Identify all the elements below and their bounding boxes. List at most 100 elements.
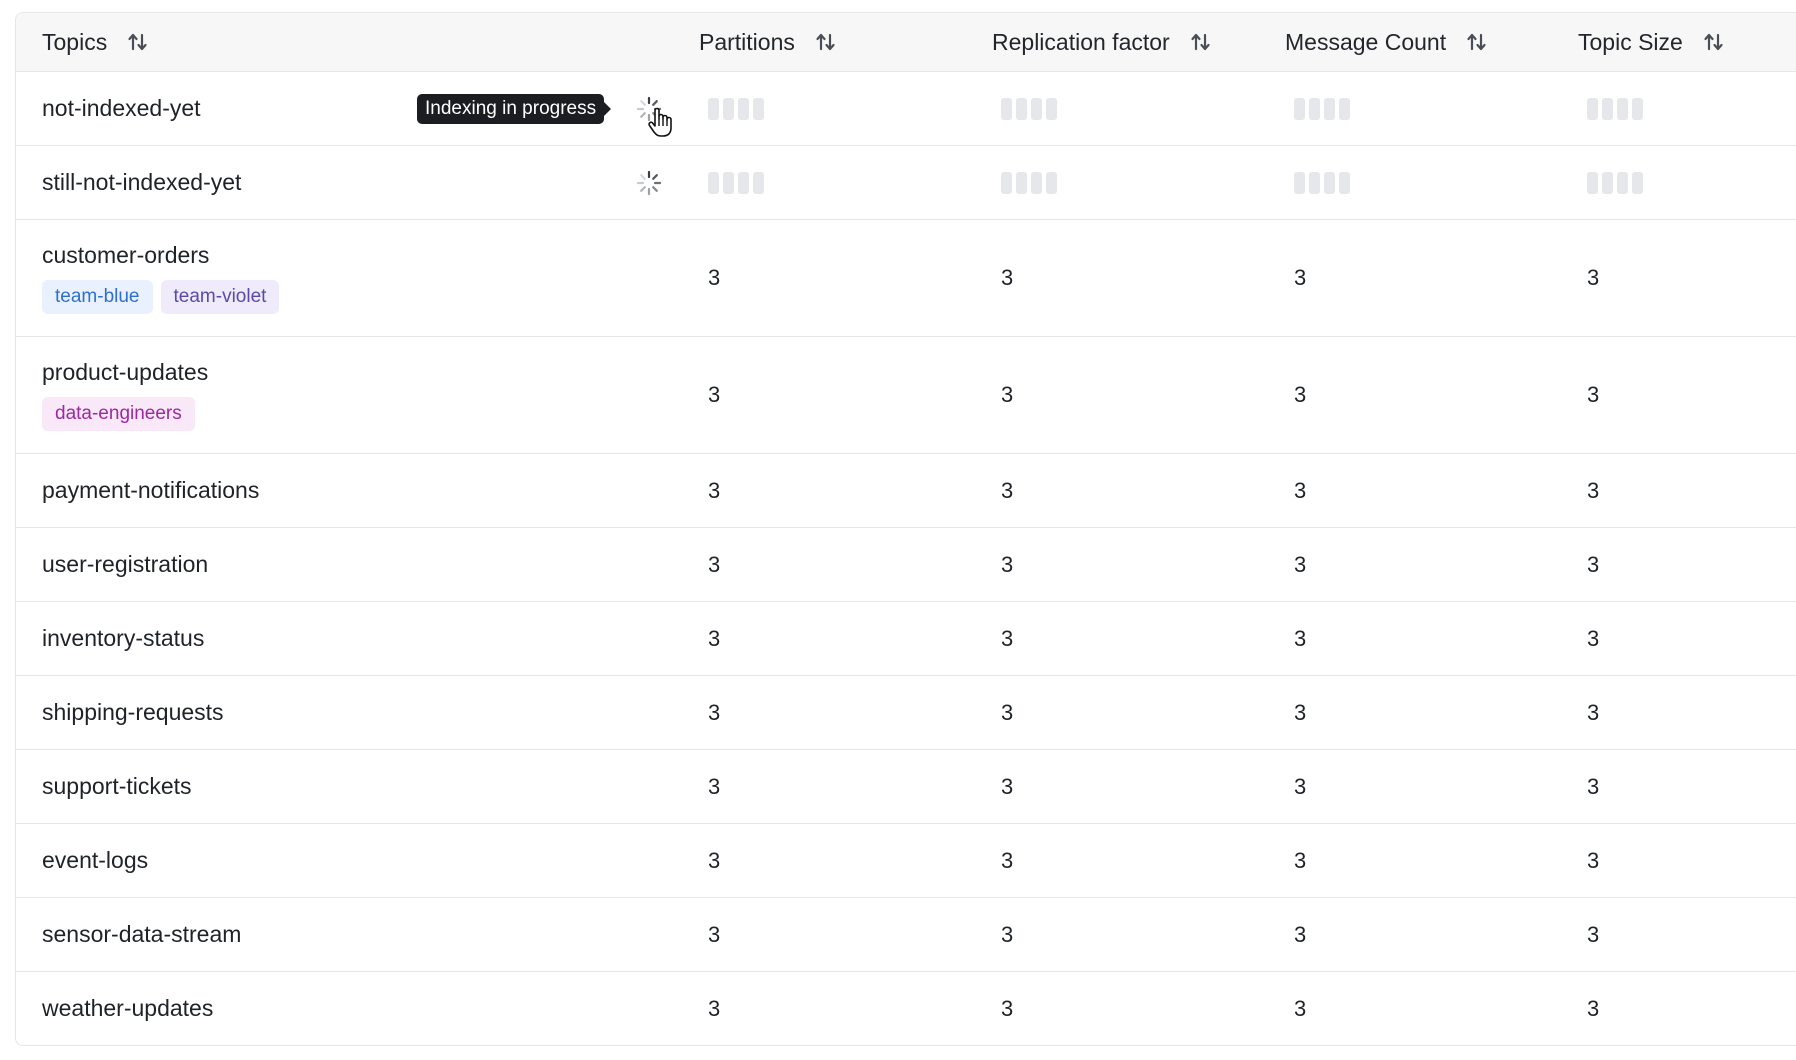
topic-cell: support-tickets — [16, 750, 699, 823]
topic-size-value: 3 — [1587, 995, 1600, 1021]
table-row[interactable]: not-indexed-yet Indexing in progress — [16, 71, 1796, 145]
tag-badge[interactable]: team-violet — [160, 280, 280, 314]
replication-value: 3 — [1001, 699, 1014, 725]
sort-arrows-icon[interactable] — [127, 31, 149, 53]
table-row[interactable]: sensor-data-stream 3 3 3 3 — [16, 897, 1796, 971]
table-row[interactable]: payment-notifications 3 3 3 3 — [16, 453, 1796, 527]
loading-skeleton — [992, 171, 1057, 194]
replication-cell: 3 — [992, 824, 1285, 897]
loading-skeleton — [699, 171, 764, 194]
topic-name[interactable]: payment-notifications — [42, 477, 259, 504]
partitions-value: 3 — [708, 265, 721, 290]
replication-cell: 3 — [992, 337, 1285, 453]
partitions-value: 3 — [708, 551, 721, 577]
message-count-cell: 3 — [1285, 528, 1578, 601]
topic-name[interactable]: shipping-requests — [42, 699, 224, 726]
tag-badge[interactable]: team-blue — [42, 280, 153, 314]
partitions-cell — [699, 72, 992, 145]
topic-size-value: 3 — [1587, 477, 1600, 503]
column-header-label: Topics — [42, 28, 108, 55]
message-count-value: 3 — [1294, 847, 1307, 873]
replication-cell — [992, 146, 1285, 219]
topic-size-cell: 3 — [1578, 602, 1796, 675]
message-count-value: 3 — [1294, 265, 1307, 290]
loading-skeleton — [1578, 171, 1643, 194]
message-count-cell — [1285, 72, 1578, 145]
spinner-icon[interactable] — [636, 170, 662, 196]
topic-name[interactable]: weather-updates — [42, 995, 213, 1022]
table-row[interactable]: event-logs 3 3 3 3 — [16, 823, 1796, 897]
topic-name[interactable]: product-updates — [42, 359, 208, 386]
partitions-cell: 3 — [699, 972, 992, 1045]
topic-name[interactable]: user-registration — [42, 551, 208, 578]
topic-cell: weather-updates — [16, 972, 699, 1045]
tag-badge[interactable]: data-engineers — [42, 397, 195, 431]
topic-size-cell: 3 — [1578, 824, 1796, 897]
topic-cell: sensor-data-stream — [16, 898, 699, 971]
table-row[interactable]: inventory-status 3 3 3 3 — [16, 601, 1796, 675]
message-count-cell: 3 — [1285, 898, 1578, 971]
sort-arrows-icon[interactable] — [1703, 31, 1725, 53]
column-header-topics[interactable]: Topics — [16, 13, 699, 71]
partitions-cell: 3 — [699, 454, 992, 527]
message-count-cell: 3 — [1285, 602, 1578, 675]
partitions-value: 3 — [708, 995, 721, 1021]
topic-cell: customer-orders team-blue team-violet — [16, 220, 699, 336]
topic-name[interactable]: sensor-data-stream — [42, 921, 241, 948]
topic-cell: still-not-indexed-yet — [16, 146, 699, 219]
table-row[interactable]: customer-orders team-blue team-violet 3 … — [16, 219, 1796, 336]
topic-name[interactable]: customer-orders — [42, 242, 279, 269]
table-row[interactable]: user-registration 3 3 3 3 — [16, 527, 1796, 601]
column-header-partitions[interactable]: Partitions — [699, 13, 992, 71]
loading-skeleton — [1285, 97, 1350, 120]
message-count-cell: 3 — [1285, 824, 1578, 897]
topic-name[interactable]: event-logs — [42, 847, 148, 874]
message-count-value: 3 — [1294, 773, 1307, 799]
message-count-cell: 3 — [1285, 220, 1578, 336]
replication-value: 3 — [1001, 995, 1014, 1021]
topic-size-cell: 3 — [1578, 220, 1796, 336]
replication-cell — [992, 72, 1285, 145]
partitions-value: 3 — [708, 847, 721, 873]
replication-value: 3 — [1001, 265, 1014, 290]
topic-size-cell: 3 — [1578, 454, 1796, 527]
sort-arrows-icon[interactable] — [815, 31, 837, 53]
topic-size-cell: 3 — [1578, 972, 1796, 1045]
topic-name-group: customer-orders team-blue team-violet — [42, 242, 280, 314]
partitions-cell: 3 — [699, 898, 992, 971]
column-header-replication-factor[interactable]: Replication factor — [992, 13, 1285, 71]
message-count-cell: 3 — [1285, 972, 1578, 1045]
topic-name[interactable]: not-indexed-yet — [42, 95, 201, 122]
partitions-cell: 3 — [699, 602, 992, 675]
table-row[interactable]: product-updates data-engineers 3 3 3 3 — [16, 336, 1796, 453]
column-header-message-count[interactable]: Message Count — [1285, 13, 1578, 71]
topic-name[interactable]: still-not-indexed-yet — [42, 169, 241, 196]
message-count-value: 3 — [1294, 382, 1307, 407]
table-row[interactable]: weather-updates 3 3 3 3 — [16, 971, 1796, 1045]
column-header-label: Message Count — [1285, 28, 1447, 55]
column-header-topic-size[interactable]: Topic Size — [1578, 13, 1796, 71]
topic-name[interactable]: inventory-status — [42, 625, 204, 652]
topic-size-value: 3 — [1587, 699, 1600, 725]
loading-skeleton — [1285, 171, 1350, 194]
sort-arrows-icon[interactable] — [1190, 31, 1212, 53]
partitions-value: 3 — [708, 699, 721, 725]
topic-cell: inventory-status — [16, 602, 699, 675]
loading-skeleton — [699, 97, 764, 120]
table-row[interactable]: still-not-indexed-yet — [16, 145, 1796, 219]
message-count-cell: 3 — [1285, 454, 1578, 527]
column-header-label: Topic Size — [1578, 28, 1683, 55]
topic-size-cell — [1578, 146, 1796, 219]
topic-size-value: 3 — [1587, 847, 1600, 873]
sort-arrows-icon[interactable] — [1466, 31, 1488, 53]
topic-size-cell: 3 — [1578, 337, 1796, 453]
replication-cell: 3 — [992, 898, 1285, 971]
topic-name[interactable]: support-tickets — [42, 773, 192, 800]
tag-list: data-engineers — [42, 397, 208, 431]
topics-table: Topics Partitions Replication factor Mes… — [15, 12, 1796, 1046]
replication-value: 3 — [1001, 921, 1014, 947]
loading-skeleton — [1578, 97, 1643, 120]
table-row[interactable]: support-tickets 3 3 3 3 — [16, 749, 1796, 823]
table-row[interactable]: shipping-requests 3 3 3 3 — [16, 675, 1796, 749]
partitions-cell — [699, 146, 992, 219]
